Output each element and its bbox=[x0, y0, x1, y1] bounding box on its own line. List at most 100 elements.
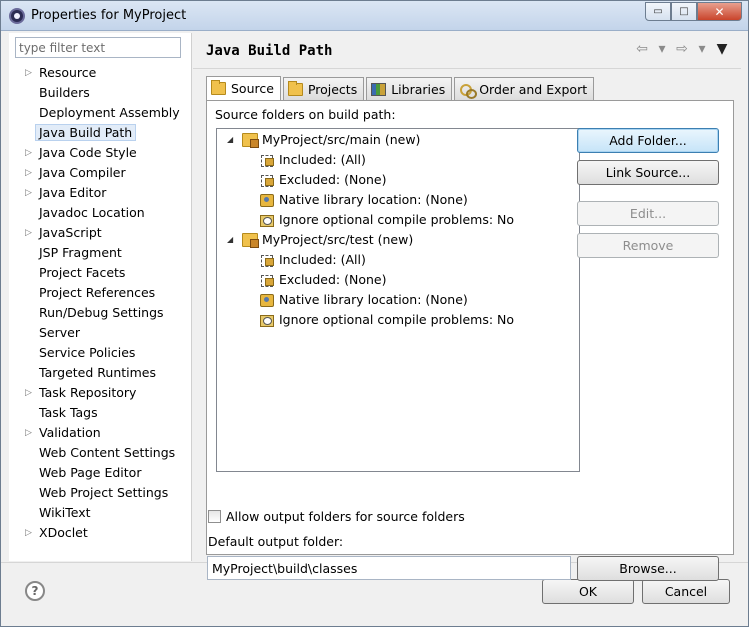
source-tab-panel: Source folders on build path: ◢ MyProject… bbox=[206, 100, 734, 581]
nav-item[interactable]: ▷ Validation bbox=[9, 423, 192, 443]
source-attribute-label: Included: (All) bbox=[279, 152, 366, 167]
property-pages-pane: ▷ Resource Builders Deployment Assembly Java… bbox=[9, 33, 192, 561]
nav-item[interactable]: Deployment Assembly bbox=[9, 103, 192, 123]
nav-item-label: Service Policies bbox=[39, 345, 136, 360]
nav-item[interactable]: ▷ Task Repository bbox=[9, 383, 192, 403]
nav-item[interactable]: Run/Debug Settings bbox=[9, 303, 192, 323]
nav-item-label: Web Content Settings bbox=[39, 445, 176, 460]
nav-item-label: Server bbox=[39, 325, 80, 340]
nav-item-label: Project Facets bbox=[39, 265, 126, 280]
source-attribute-row[interactable]: Ignore optional compile problems: No bbox=[259, 210, 514, 230]
source-attribute-label: Excluded: (None) bbox=[279, 172, 387, 187]
nav-item[interactable]: ▷ Resource bbox=[9, 63, 192, 83]
source-folders-tree[interactable]: ◢ MyProject/src/main (new) Included: (All)… bbox=[216, 128, 580, 472]
window-title: Properties for MyProject bbox=[31, 8, 187, 23]
source-attribute-row[interactable]: Included: (All) bbox=[259, 150, 366, 170]
add-folder-button[interactable]: Add Folder... bbox=[577, 128, 719, 153]
nav-item[interactable]: Server bbox=[9, 323, 192, 343]
nav-item-label: Resource bbox=[39, 65, 97, 80]
tab-order-and-export[interactable]: Order and Export bbox=[454, 77, 595, 100]
property-pages-tree: ▷ Resource Builders Deployment Assembly Java… bbox=[9, 63, 192, 543]
expand-arrow-icon[interactable]: ▷ bbox=[25, 223, 32, 243]
nav-item-label: Java Code Style bbox=[39, 145, 137, 160]
nav-item[interactable]: ▷ Java Compiler bbox=[9, 163, 192, 183]
included-icon bbox=[259, 253, 275, 267]
nav-item[interactable]: ▷ Java Code Style bbox=[9, 143, 192, 163]
nav-item[interactable]: Web Content Settings bbox=[9, 443, 192, 463]
title-bar[interactable]: Properties for MyProject ▭ □ ✕ bbox=[1, 1, 748, 31]
nav-item[interactable]: Project References bbox=[9, 283, 192, 303]
ignore-problems-icon bbox=[259, 313, 275, 327]
help-icon[interactable]: ? bbox=[25, 581, 45, 601]
expand-arrow-icon[interactable]: ▷ bbox=[25, 423, 32, 443]
source-folder-row[interactable]: ◢ MyProject/src/main (new) bbox=[227, 130, 420, 150]
allow-output-folders-row[interactable]: Allow output folders for source folders bbox=[208, 509, 465, 524]
source-folder-row[interactable]: ◢ MyProject/src/test (new) bbox=[227, 230, 413, 250]
minimize-button[interactable]: ▭ bbox=[645, 2, 671, 21]
source-attribute-row[interactable]: Native library location: (None) bbox=[259, 190, 468, 210]
page-navigation: ⇦ ▾ ⇨ ▾ ▼ bbox=[633, 41, 731, 57]
expand-arrow-icon[interactable]: ▷ bbox=[25, 523, 32, 543]
nav-item[interactable]: ▷ Java Editor bbox=[9, 183, 192, 203]
view-menu-icon[interactable]: ▼ bbox=[713, 41, 731, 57]
nav-item-label: Web Project Settings bbox=[39, 485, 169, 500]
allow-output-folders-checkbox[interactable] bbox=[208, 510, 221, 523]
ok-button[interactable]: OK bbox=[542, 579, 634, 604]
tab-projects[interactable]: Projects bbox=[282, 77, 365, 100]
expand-arrow-icon[interactable]: ▷ bbox=[25, 163, 32, 183]
link-source-button[interactable]: Link Source... bbox=[577, 160, 719, 185]
source-folder-icon bbox=[242, 233, 259, 248]
collapse-arrow-icon[interactable]: ◢ bbox=[227, 130, 237, 150]
nav-item-label: Task Repository bbox=[39, 385, 137, 400]
nav-item[interactable]: Web Project Settings bbox=[9, 483, 192, 503]
source-attribute-row[interactable]: Native library location: (None) bbox=[259, 290, 468, 310]
expand-arrow-icon[interactable]: ▷ bbox=[25, 183, 32, 203]
nav-item[interactable]: ▷ XDoclet bbox=[9, 523, 192, 543]
source-attribute-row[interactable]: Ignore optional compile problems: No bbox=[259, 310, 514, 330]
browse-button[interactable]: Browse... bbox=[577, 556, 719, 581]
nav-item[interactable]: Builders bbox=[9, 83, 192, 103]
default-output-folder-input[interactable] bbox=[207, 556, 571, 580]
tab-source[interactable]: Source bbox=[206, 76, 281, 100]
nav-item-label: Web Page Editor bbox=[39, 465, 142, 480]
remove-button[interactable]: Remove bbox=[577, 233, 719, 258]
back-arrow-icon[interactable]: ⇦ bbox=[633, 41, 651, 57]
nav-item[interactable]: Javadoc Location bbox=[9, 203, 192, 223]
cancel-button[interactable]: Cancel bbox=[642, 579, 730, 604]
edit-button[interactable]: Edit... bbox=[577, 201, 719, 226]
nav-item[interactable]: Web Page Editor bbox=[9, 463, 192, 483]
nav-item-label: Javadoc Location bbox=[39, 205, 145, 220]
nav-item[interactable]: WikiText bbox=[9, 503, 192, 523]
forward-arrow-icon[interactable]: ⇨ bbox=[673, 41, 691, 57]
nav-item[interactable]: Targeted Runtimes bbox=[9, 363, 192, 383]
back-dropdown-icon[interactable]: ▾ bbox=[653, 41, 671, 57]
nav-item-label: Run/Debug Settings bbox=[39, 305, 164, 320]
forward-dropdown-icon[interactable]: ▾ bbox=[693, 41, 711, 57]
libraries-icon bbox=[371, 82, 387, 96]
expand-arrow-icon[interactable]: ▷ bbox=[25, 143, 32, 163]
projects-folder-icon bbox=[287, 80, 303, 96]
eclipse-app-icon bbox=[9, 8, 25, 24]
nav-item[interactable]: Service Policies bbox=[9, 343, 192, 363]
source-attribute-label: Ignore optional compile problems: No bbox=[279, 312, 515, 327]
nav-item-label: WikiText bbox=[39, 505, 91, 520]
nav-item[interactable]: ▷ JavaScript bbox=[9, 223, 192, 243]
nav-item[interactable]: Java Build Path bbox=[9, 123, 192, 143]
nav-item[interactable]: JSP Fragment bbox=[9, 243, 192, 263]
source-attribute-row[interactable]: Excluded: (None) bbox=[259, 170, 386, 190]
window-controls: ▭ □ ✕ bbox=[645, 2, 742, 21]
allow-output-folders-label: Allow output folders for source folders bbox=[226, 509, 465, 524]
nav-item[interactable]: Project Facets bbox=[9, 263, 192, 283]
source-attribute-row[interactable]: Included: (All) bbox=[259, 250, 366, 270]
expand-arrow-icon[interactable]: ▷ bbox=[25, 63, 32, 83]
source-attribute-label: Included: (All) bbox=[279, 252, 366, 267]
tab-libraries[interactable]: Libraries bbox=[366, 77, 453, 100]
expand-arrow-icon[interactable]: ▷ bbox=[25, 383, 32, 403]
nav-item[interactable]: Task Tags bbox=[9, 403, 192, 423]
close-button[interactable]: ✕ bbox=[697, 2, 742, 21]
filter-input[interactable] bbox=[15, 37, 181, 58]
source-attribute-row[interactable]: Excluded: (None) bbox=[259, 270, 386, 290]
collapse-arrow-icon[interactable]: ◢ bbox=[227, 230, 237, 250]
maximize-button[interactable]: □ bbox=[671, 2, 697, 21]
nav-item-label: Task Tags bbox=[39, 405, 98, 420]
